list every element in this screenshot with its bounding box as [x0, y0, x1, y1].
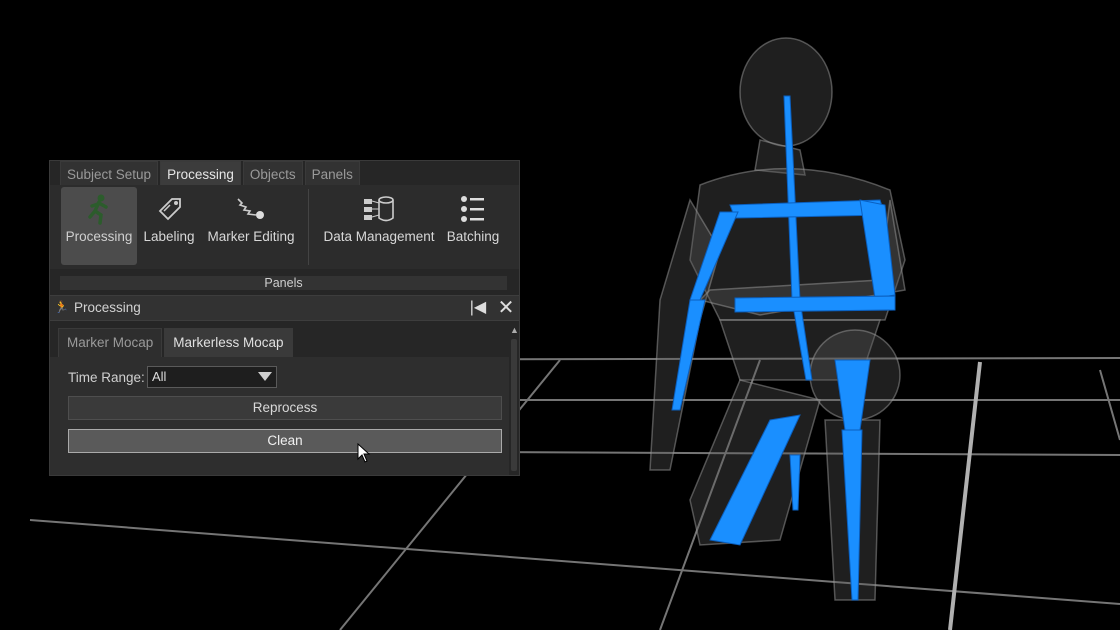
- tab-markerless-mocap[interactable]: Markerless Mocap: [164, 328, 293, 357]
- labeling-button-label: Labeling: [143, 229, 195, 244]
- database-icon: [364, 196, 394, 222]
- scroll-up-icon[interactable]: ▲: [510, 325, 519, 335]
- tab-subject-setup[interactable]: Subject Setup: [60, 161, 159, 186]
- batching-ribbon-button[interactable]: Batching: [442, 187, 504, 265]
- marker-path-icon: [237, 198, 264, 219]
- marker-editing-ribbon-button[interactable]: Marker Editing: [202, 187, 300, 265]
- ribbon-separator: [308, 189, 309, 265]
- ribbon: Processing Labeling Marker Editing Data …: [50, 185, 519, 269]
- processing-button-label: Processing: [65, 229, 133, 244]
- close-icon[interactable]: ✕: [496, 298, 516, 318]
- processing-subtabs: Marker Mocap Markerless Mocap: [58, 328, 295, 357]
- running-man-icon: 🏃: [54, 300, 69, 314]
- mouse-cursor-icon: [357, 443, 371, 463]
- running-man-icon: [88, 194, 108, 225]
- panel-scrollbar[interactable]: ▲: [509, 323, 519, 475]
- time-range-value: All: [152, 369, 167, 384]
- panel-title: Processing: [74, 300, 141, 315]
- ribbon-tabs: Subject Setup Processing Objects Panels: [60, 161, 362, 187]
- data-management-ribbon-button[interactable]: Data Management: [322, 187, 436, 265]
- clean-button[interactable]: Clean: [68, 429, 502, 453]
- tab-processing[interactable]: Processing: [160, 161, 241, 186]
- chevron-down-icon: [258, 372, 272, 381]
- tab-marker-mocap[interactable]: Marker Mocap: [58, 328, 163, 357]
- processing-panel-header: 🏃 Processing |◀ ✕: [50, 295, 519, 321]
- tag-icon: [158, 198, 181, 221]
- labeling-ribbon-button[interactable]: Labeling: [138, 187, 200, 265]
- list-icon: [461, 196, 484, 222]
- panels-group-label: Panels: [60, 276, 507, 290]
- time-range-label: Time Range:: [68, 370, 145, 385]
- scroll-thumb[interactable]: [511, 339, 517, 471]
- markerless-content: Time Range: All Reprocess Clean: [50, 357, 509, 475]
- collapse-icon[interactable]: |◀: [468, 298, 488, 318]
- data-management-button-label: Data Management: [323, 229, 435, 244]
- marker-editing-button-label: Marker Editing: [207, 229, 295, 244]
- reprocess-button[interactable]: Reprocess: [68, 396, 502, 420]
- processing-window: Subject Setup Processing Objects Panels …: [49, 160, 520, 476]
- tab-objects[interactable]: Objects: [242, 161, 303, 186]
- tab-panels[interactable]: Panels: [304, 161, 360, 186]
- time-range-select[interactable]: All: [147, 366, 277, 388]
- batching-button-label: Batching: [446, 229, 500, 244]
- processing-ribbon-button[interactable]: Processing: [61, 187, 137, 265]
